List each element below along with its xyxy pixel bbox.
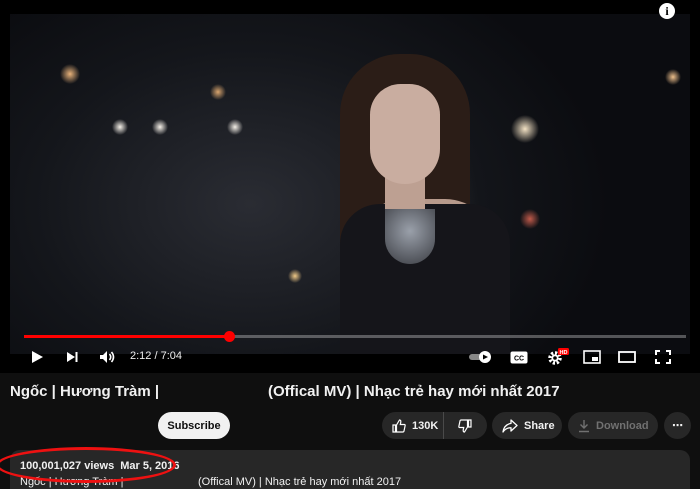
annotation-oval: [0, 447, 176, 483]
next-button[interactable]: [63, 346, 81, 368]
time-total: 7:04: [160, 350, 183, 362]
subscribe-button[interactable]: Subscribe: [158, 412, 230, 439]
svg-text:HD: HD: [560, 350, 568, 356]
captions-button[interactable]: CC: [509, 346, 529, 368]
player-controls: 2:12 / 7:04 CC HD: [0, 342, 700, 370]
settings-button[interactable]: HD: [545, 346, 569, 368]
more-icon: ⋯: [672, 420, 683, 432]
progress-played: [24, 335, 230, 338]
volume-icon: [100, 351, 115, 363]
video-title-part-a: Ngốc | Hương Tràm |: [10, 383, 160, 400]
miniplayer-button[interactable]: [582, 346, 602, 368]
like-dislike-group: 130K: [382, 412, 487, 439]
volume-button[interactable]: [97, 346, 119, 368]
share-label: Share: [524, 419, 555, 432]
fullscreen-button[interactable]: [653, 346, 673, 368]
info-icon[interactable]: i: [659, 3, 675, 19]
like-icon: [392, 418, 406, 433]
download-button[interactable]: Download: [568, 412, 658, 439]
video-person-necklace: [385, 209, 435, 264]
theater-button[interactable]: [617, 346, 637, 368]
settings-icon: HD: [548, 348, 569, 365]
like-button[interactable]: 130K: [382, 412, 444, 439]
video-person-face: [370, 84, 440, 184]
more-actions-button[interactable]: ⋯: [664, 412, 691, 439]
dislike-button[interactable]: [444, 412, 486, 439]
share-button[interactable]: Share: [492, 412, 562, 439]
next-icon: [67, 352, 78, 362]
miniplayer-icon: [583, 350, 601, 364]
theater-icon: [618, 351, 636, 363]
download-label: Download: [596, 419, 649, 432]
autoplay-toggle[interactable]: [468, 346, 496, 368]
progress-bar[interactable]: [24, 331, 686, 342]
video-player[interactable]: i 2:12 / 7:04 CC HD: [0, 0, 700, 373]
time-current: 2:12: [130, 350, 152, 362]
autoplay-toggle-icon: [469, 351, 491, 363]
captions-icon: CC: [510, 351, 528, 363]
fullscreen-icon: [655, 350, 671, 364]
like-count: 130K: [412, 419, 439, 432]
play-button[interactable]: [28, 346, 46, 368]
video-frame[interactable]: [10, 14, 690, 354]
play-icon: [32, 351, 43, 363]
time-display: 2:12 / 7:04: [130, 350, 182, 362]
video-title: Ngốc | Hương Tràm | (Offical MV) | Nhạc …: [10, 383, 690, 400]
video-title-part-b: (Offical MV) | Nhạc trẻ hay mới nhất 201…: [268, 383, 560, 400]
svg-text:CC: CC: [514, 355, 524, 362]
description-text-part-b: (Offical MV) | Nhạc trẻ hay mới nhất 201…: [198, 476, 402, 488]
time-separator: /: [154, 350, 158, 362]
share-icon: [502, 418, 518, 433]
dislike-icon: [458, 418, 472, 433]
download-icon: [579, 419, 589, 432]
